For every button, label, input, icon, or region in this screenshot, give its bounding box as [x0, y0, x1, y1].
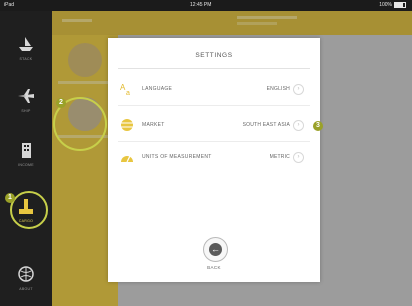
- settings-row-units[interactable]: UNITS OF MEASUREMENT METRIC ›: [118, 144, 310, 174]
- translate-icon: A a: [120, 83, 130, 96]
- chevron-right-icon: ›: [293, 152, 304, 163]
- ship-icon: [19, 37, 33, 51]
- callout-ring-1: [10, 191, 48, 229]
- ipad-screen: iPad 12:45 PM 100% STACK SHIP INCOME CAR…: [0, 0, 412, 306]
- back-label: BACK: [207, 265, 221, 270]
- nav-label: ABOUT: [19, 287, 33, 291]
- row-value: SOUTH EAST ASIA: [242, 122, 290, 128]
- nav-label: STACK: [19, 57, 33, 61]
- building-icon: [22, 143, 31, 158]
- row-label: MARKET: [142, 122, 165, 128]
- callout-badge-2: 2: [56, 98, 66, 108]
- nav-label: INCOME: [18, 163, 34, 167]
- row-label: UNITS OF MEASUREMENT: [142, 154, 212, 160]
- chevron-right-icon: ›: [293, 84, 304, 95]
- clock-label: 12:45 PM: [190, 2, 212, 8]
- callout-badge-1: 1: [5, 193, 15, 203]
- globe-icon: [18, 266, 34, 282]
- back-button[interactable]: ←: [203, 237, 228, 262]
- nav-item-income[interactable]: INCOME: [0, 135, 52, 180]
- row-value: METRIC: [269, 154, 290, 160]
- carrier-label: iPad: [4, 2, 15, 8]
- status-bar: iPad 12:45 PM 100%: [0, 0, 412, 11]
- globe-icon: [121, 119, 133, 131]
- nav-item-stack[interactable]: STACK: [0, 29, 52, 74]
- nav-item-about[interactable]: ABOUT: [0, 259, 52, 304]
- settings-row-language[interactable]: A a LANGUAGE ENGLISH ›: [118, 76, 310, 106]
- divider: [118, 141, 310, 142]
- battery-indicator: 100%: [379, 0, 406, 11]
- divider: [118, 105, 310, 106]
- callout-badge-3: 3: [313, 121, 323, 131]
- gauge-icon: [121, 155, 133, 163]
- chevron-right-icon: ›: [293, 120, 304, 131]
- battery-label: 100%: [379, 2, 392, 8]
- nav-label: SHIP: [21, 109, 31, 113]
- settings-row-market[interactable]: MARKET SOUTH EAST ASIA ›: [118, 112, 310, 142]
- row-label: LANGUAGE: [142, 86, 173, 92]
- nav-item-ship[interactable]: SHIP: [0, 81, 52, 126]
- row-value: ENGLISH: [266, 86, 290, 92]
- left-nav: STACK SHIP INCOME CARGO ABOUT: [0, 11, 52, 306]
- modal-title: SETTINGS: [195, 52, 233, 59]
- divider: [118, 68, 310, 69]
- back-arrow-icon: ←: [209, 243, 222, 256]
- svg-text:a: a: [126, 90, 130, 96]
- plane-icon: [18, 89, 34, 103]
- battery-icon: [394, 1, 406, 8]
- settings-modal: SETTINGS A a LANGUAGE ENGLISH › MARKET S…: [108, 38, 320, 282]
